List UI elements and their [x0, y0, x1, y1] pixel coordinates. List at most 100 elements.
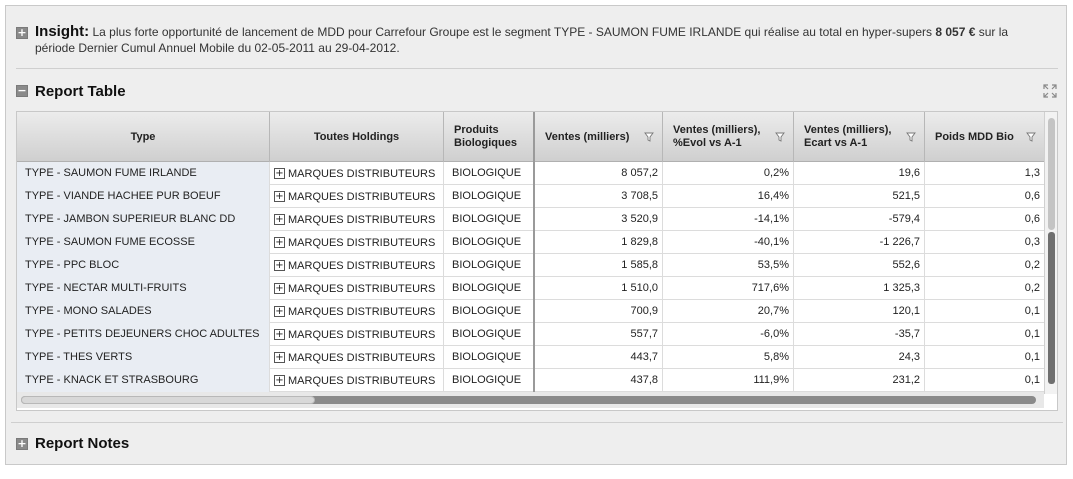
cell-ventes: 8 057,2	[535, 162, 663, 185]
plus-box-icon[interactable]: +	[274, 352, 285, 363]
cell-poids: 0,6	[1024, 190, 1040, 202]
cell-evol: -40,1%	[663, 231, 794, 254]
cell-bio: BIOLOGIQUE	[444, 369, 535, 392]
table-row[interactable]: TYPE - KNACK ET STRASBOURG + MARQUES DISTR…	[17, 369, 1044, 392]
table-row[interactable]: TYPE - SAUMON FUME ECOSSE + MARQUES DISTRI…	[17, 231, 1044, 254]
filter-funnel-icon[interactable]	[906, 132, 916, 142]
cell-evol: 717,6%	[663, 277, 794, 300]
plus-box-icon[interactable]: +	[274, 375, 285, 386]
cell-type: TYPE - PPC BLOC	[17, 254, 270, 277]
minus-square-icon[interactable]: −	[16, 85, 28, 97]
holding-label: MARQUES DISTRIBUTEURS	[288, 190, 436, 203]
column-header-ventes[interactable]: Ventes (milliers)	[535, 112, 663, 162]
cell-holding[interactable]: + MARQUES DISTRIBUTEURS	[270, 277, 444, 300]
cell-poids: 0,3	[1024, 236, 1040, 248]
cell-holding[interactable]: + MARQUES DISTRIBUTEURS	[270, 300, 444, 323]
cell-ecart: -579,4	[794, 208, 925, 231]
plus-box-icon[interactable]: +	[274, 214, 285, 225]
filter-funnel-icon[interactable]	[1026, 132, 1036, 142]
cell-bio: BIOLOGIQUE	[444, 208, 535, 231]
cell-ventes: 3 708,5	[535, 185, 663, 208]
cell-holding[interactable]: + MARQUES DISTRIBUTEURS	[270, 208, 444, 231]
cell-poids: 0,1	[1024, 305, 1040, 317]
column-header-ecart[interactable]: Ventes (milliers), Ecart vs A-1	[794, 112, 925, 162]
table-row[interactable]: TYPE - THES VERTS + MARQUES DISTRIBUTEURS B…	[17, 346, 1044, 369]
cell-bio: BIOLOGIQUE	[444, 254, 535, 277]
holding-label: MARQUES DISTRIBUTEURS	[288, 236, 436, 249]
filter-funnel-icon[interactable]	[644, 132, 654, 142]
plus-box-icon[interactable]: +	[274, 260, 285, 271]
cell-ecart: 521,5	[794, 185, 925, 208]
table-row[interactable]: TYPE - SAUMON FUME IRLANDE + MARQUES DISTR…	[17, 162, 1044, 185]
expand-arrows-icon[interactable]	[1043, 84, 1057, 98]
cell-evol: -6,0%	[663, 323, 794, 346]
scrollbar-track[interactable]	[1048, 232, 1055, 384]
cell-holding[interactable]: + MARQUES DISTRIBUTEURS	[270, 254, 444, 277]
cell-evol: 16,4%	[663, 185, 794, 208]
insight-title: Insight:	[35, 23, 90, 40]
cell-ecart: -1 226,7	[794, 231, 925, 254]
cell-bio: BIOLOGIQUE	[444, 277, 535, 300]
plus-box-icon[interactable]: +	[274, 283, 285, 294]
cell-holding[interactable]: + MARQUES DISTRIBUTEURS	[270, 323, 444, 346]
holding-label: MARQUES DISTRIBUTEURS	[288, 259, 436, 272]
plus-box-icon[interactable]: +	[274, 168, 285, 179]
insight-value: 8 057 €	[935, 25, 976, 39]
cell-type: TYPE - THES VERTS	[17, 346, 270, 369]
cell-bio: BIOLOGIQUE	[444, 323, 535, 346]
holding-label: MARQUES DISTRIBUTEURS	[288, 282, 436, 295]
table-row[interactable]: TYPE - JAMBON SUPERIEUR BLANC DD + MARQUES…	[17, 208, 1044, 231]
cell-evol: 0,2%	[663, 162, 794, 185]
column-header-bio[interactable]: Produits Biologiques	[444, 112, 535, 162]
holding-label: MARQUES DISTRIBUTEURS	[288, 305, 436, 318]
cell-ecart: -35,7	[794, 323, 925, 346]
scrollbar-thumb[interactable]	[21, 396, 315, 404]
cell-holding[interactable]: + MARQUES DISTRIBUTEURS	[270, 346, 444, 369]
scrollbar-thumb[interactable]	[1048, 118, 1055, 230]
insight-text: Insight: La plus forte opportunité de la…	[35, 24, 1045, 56]
cell-type: TYPE - VIANDE HACHEE PUR BOEUF	[17, 185, 270, 208]
plus-box-icon[interactable]: +	[274, 329, 285, 340]
cell-bio: BIOLOGIQUE	[444, 185, 535, 208]
table-row[interactable]: TYPE - NECTAR MULTI-FRUITS + MARQUES DISTR…	[17, 277, 1044, 300]
cell-ventes: 443,7	[535, 346, 663, 369]
filter-funnel-icon[interactable]	[775, 132, 785, 142]
cell-ecart: 231,2	[794, 369, 925, 392]
insight-text-before: La plus forte opportunité de lancement d…	[92, 25, 933, 39]
table-body: TYPE - SAUMON FUME IRLANDE + MARQUES DISTR…	[17, 162, 1044, 392]
cell-poids: 0,2	[1024, 282, 1040, 294]
cell-poids: 0,2	[1024, 259, 1040, 271]
plus-square-icon[interactable]: +	[16, 438, 28, 450]
cell-ecart: 552,6	[794, 254, 925, 277]
plus-box-icon[interactable]: +	[274, 237, 285, 248]
column-label: Ventes (milliers)	[545, 131, 630, 143]
plus-box-icon[interactable]: +	[274, 306, 285, 317]
cell-ventes: 557,7	[535, 323, 663, 346]
cell-poids: 0,1	[1024, 351, 1040, 363]
horizontal-scrollbar[interactable]	[17, 392, 1044, 408]
cell-ecart: 19,6	[794, 162, 925, 185]
column-header-poids[interactable]: Poids MDD Bio	[925, 112, 1044, 162]
cell-holding[interactable]: + MARQUES DISTRIBUTEURS	[270, 162, 444, 185]
cell-holding[interactable]: + MARQUES DISTRIBUTEURS	[270, 369, 444, 392]
vertical-scrollbar[interactable]	[1044, 112, 1057, 394]
holding-label: MARQUES DISTRIBUTEURS	[288, 213, 436, 226]
column-header-holdings[interactable]: Toutes Holdings	[270, 112, 444, 162]
table-row[interactable]: TYPE - VIANDE HACHEE PUR BOEUF + MARQUES D…	[17, 185, 1044, 208]
plus-square-icon[interactable]: +	[16, 27, 28, 39]
column-label: Ventes (milliers), %Evol vs A-1	[673, 124, 761, 149]
table-row[interactable]: TYPE - PETITS DEJEUNERS CHOC ADULTES + MAR…	[17, 323, 1044, 346]
plus-box-icon[interactable]: +	[274, 191, 285, 202]
table-row[interactable]: TYPE - PPC BLOC + MARQUES DISTRIBUTEURS BIO…	[17, 254, 1044, 277]
cell-holding[interactable]: + MARQUES DISTRIBUTEURS	[270, 231, 444, 254]
cell-type: TYPE - SAUMON FUME IRLANDE	[17, 162, 270, 185]
cell-ventes: 3 520,9	[535, 208, 663, 231]
table-row[interactable]: TYPE - MONO SALADES + MARQUES DISTRIBUTEUR…	[17, 300, 1044, 323]
cell-holding[interactable]: + MARQUES DISTRIBUTEURS	[270, 185, 444, 208]
holding-label: MARQUES DISTRIBUTEURS	[288, 167, 436, 180]
column-header-type[interactable]: Type	[17, 112, 270, 162]
cell-bio: BIOLOGIQUE	[444, 346, 535, 369]
column-header-evol[interactable]: Ventes (milliers), %Evol vs A-1	[663, 112, 794, 162]
cell-bio: BIOLOGIQUE	[444, 300, 535, 323]
cell-ventes: 1 510,0	[535, 277, 663, 300]
